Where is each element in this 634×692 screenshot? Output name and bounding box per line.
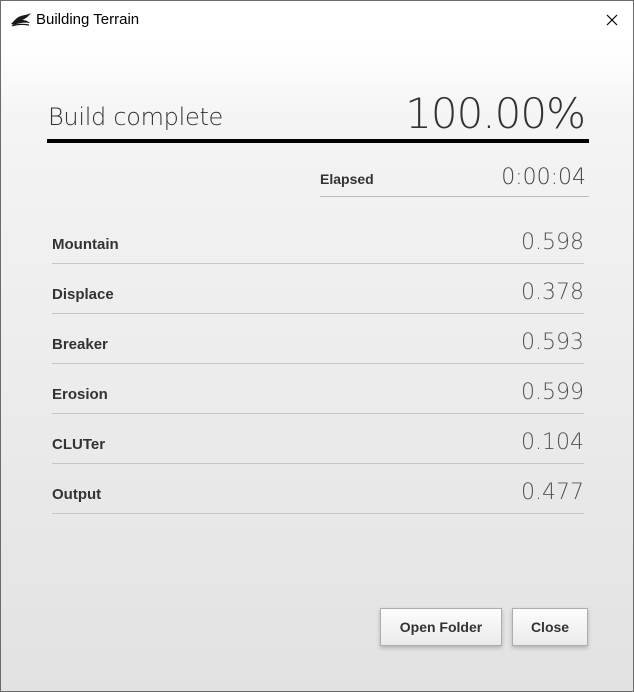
elapsed-value: 0:00:04 [501,165,586,190]
node-time: 0.477 [521,480,584,505]
build-status-heading: Build complete [48,103,224,131]
title-bar: Building Terrain [1,1,633,39]
node-timings-list: Mountain 0.598 Displace 0.378 Breaker 0.… [52,214,584,514]
node-label: Mountain [52,236,119,253]
list-item: CLUTer 0.104 [52,414,584,464]
close-button[interactable]: Close [512,608,588,646]
elapsed-label: Elapsed [320,171,374,187]
node-time: 0.598 [521,230,584,255]
node-label: Erosion [52,386,108,403]
list-item: Breaker 0.593 [52,314,584,364]
terrain-logo-icon [10,12,32,28]
node-time: 0.599 [521,380,584,405]
list-item: Output 0.477 [52,464,584,514]
list-item: Erosion 0.599 [52,364,584,414]
build-terrain-dialog: Building Terrain Build complete 100.00% … [0,0,634,692]
node-label: Displace [52,286,114,303]
node-time: 0.593 [521,330,584,355]
node-time: 0.104 [521,430,584,455]
close-icon[interactable] [597,5,627,35]
node-label: CLUTer [52,436,106,453]
open-folder-button[interactable]: Open Folder [380,608,502,646]
list-item: Mountain 0.598 [52,214,584,264]
node-label: Breaker [52,336,108,353]
list-item: Displace 0.378 [52,264,584,314]
node-time: 0.378 [521,280,584,305]
elapsed-divider [320,196,589,197]
progress-bar [47,139,589,143]
window-title: Building Terrain [36,11,140,28]
progress-percent: 100.00% [405,89,586,138]
node-label: Output [52,486,102,503]
